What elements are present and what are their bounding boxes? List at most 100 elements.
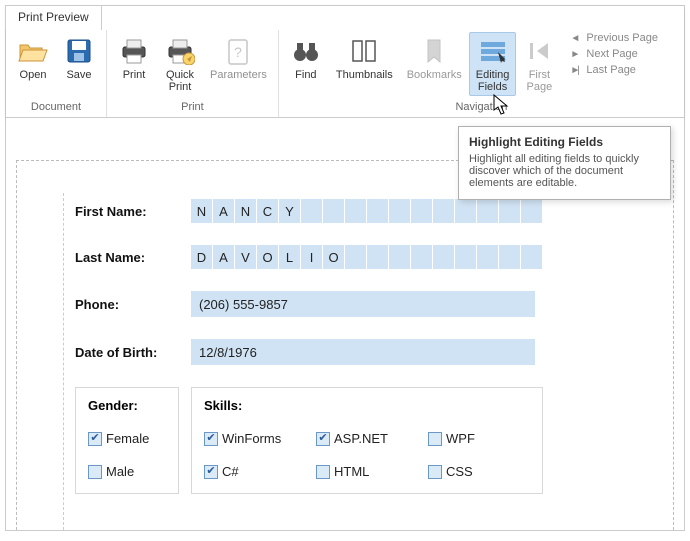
- checkbox-winforms[interactable]: ✔WinForms: [204, 431, 290, 446]
- checkbox-icon: ✔: [88, 432, 102, 446]
- right-arrow-icon: ►: [570, 49, 580, 60]
- group-document: Open Save Document: [6, 30, 107, 117]
- last-name-field[interactable]: DAVOLIO: [191, 245, 543, 269]
- char-cell: [433, 199, 455, 223]
- char-cell: N: [191, 199, 213, 223]
- char-cell: [455, 245, 477, 269]
- bookmark-icon: [418, 35, 450, 67]
- save-icon: [63, 35, 95, 67]
- last-page-icon: ►|: [570, 65, 580, 76]
- previous-page-link[interactable]: ◄Previous Page: [570, 32, 658, 44]
- char-cell: [367, 199, 389, 223]
- char-cell: [389, 199, 411, 223]
- page-nav-links: ◄Previous Page ►Next Page ►|Last Page: [562, 32, 666, 76]
- char-cell: [345, 245, 367, 269]
- group-label-document: Document: [10, 99, 102, 115]
- first-name-field[interactable]: NANCY: [191, 199, 543, 223]
- char-cell: C: [257, 199, 279, 223]
- checkbox-icon: [428, 432, 442, 446]
- checkbox-male[interactable]: Male: [88, 464, 174, 479]
- char-cell: [411, 199, 433, 223]
- char-cell: N: [235, 199, 257, 223]
- checkbox-html[interactable]: HTML: [316, 464, 402, 479]
- app-window: Print Preview Open Save Document: [5, 5, 685, 531]
- checkbox-icon: [316, 465, 330, 479]
- print-button[interactable]: Print: [111, 32, 157, 84]
- margin-guide: [63, 193, 64, 530]
- dob-field[interactable]: 12/8/1976: [191, 339, 535, 365]
- label-last-name: Last Name:: [75, 250, 191, 265]
- checkbox-icon: ✔: [316, 432, 330, 446]
- checkbox-icon: [428, 465, 442, 479]
- quick-print-button[interactable]: Quick Print: [157, 32, 203, 96]
- row-dob: Date of Birth: 12/8/1976: [75, 339, 633, 365]
- char-cell: [477, 245, 499, 269]
- editing-fields-icon: [477, 35, 509, 67]
- checkbox-icon: ✔: [204, 465, 218, 479]
- group-label-navigation: Navigation: [283, 99, 680, 115]
- checkbox-css[interactable]: CSS: [428, 464, 514, 479]
- first-page-icon: [523, 35, 555, 67]
- printer-icon: [118, 35, 150, 67]
- left-arrow-icon: ◄: [570, 33, 580, 44]
- row-phone: Phone: (206) 555-9857: [75, 291, 633, 317]
- parameters-button[interactable]: ? Parameters: [203, 32, 274, 84]
- quick-print-icon: [164, 35, 196, 67]
- char-cell: L: [279, 245, 301, 269]
- char-cell: [477, 199, 499, 223]
- parameters-icon: ?: [222, 35, 254, 67]
- tab-bar: Print Preview: [5, 5, 102, 30]
- row-first-name: First Name: NANCY: [75, 199, 633, 223]
- checkbox-female[interactable]: ✔ Female: [88, 431, 174, 446]
- binoculars-icon: [290, 35, 322, 67]
- char-cell: A: [213, 199, 235, 223]
- char-cell: [499, 245, 521, 269]
- tab-print-preview[interactable]: Print Preview: [5, 5, 102, 30]
- tooltip-editing-fields: Highlight Editing Fields Highlight all e…: [458, 126, 671, 200]
- checkbox-aspnet[interactable]: ✔ASP.NET: [316, 431, 402, 446]
- label-first-name: First Name:: [75, 204, 191, 219]
- char-cell: [455, 199, 477, 223]
- group-navigation: Find Thumbnails Bookmarks: [279, 30, 684, 117]
- checkbox-wpf[interactable]: WPF: [428, 431, 514, 446]
- tooltip-body: Highlight all editing fields to quickly …: [469, 153, 660, 189]
- char-cell: [433, 245, 455, 269]
- first-page-button[interactable]: First Page: [516, 32, 562, 96]
- char-cell: V: [235, 245, 257, 269]
- label-gender: Gender:: [88, 398, 166, 413]
- page: First Name: NANCY Last Name: DAVOLIO Pho…: [16, 160, 674, 530]
- checkbox-icon: ✔: [204, 432, 218, 446]
- char-cell: O: [323, 245, 345, 269]
- thumbnails-icon: [348, 35, 380, 67]
- char-cell: O: [257, 245, 279, 269]
- folder-open-icon: [17, 35, 49, 67]
- thumbnails-button[interactable]: Thumbnails: [329, 32, 400, 84]
- label-skills: Skills:: [204, 398, 530, 413]
- phone-field[interactable]: (206) 555-9857: [191, 291, 535, 317]
- char-cell: D: [191, 245, 213, 269]
- char-cell: I: [301, 245, 323, 269]
- svg-text:?: ?: [235, 44, 243, 60]
- checkbox-icon: [88, 465, 102, 479]
- bookmarks-button[interactable]: Bookmarks: [400, 32, 469, 84]
- save-button[interactable]: Save: [56, 32, 102, 84]
- last-page-link[interactable]: ►|Last Page: [570, 64, 658, 76]
- panel-skills: Skills: ✔WinForms ✔ASP.NET WPF ✔C# HTML …: [191, 387, 543, 494]
- next-page-link[interactable]: ►Next Page: [570, 48, 658, 60]
- editing-fields-button[interactable]: Editing Fields: [469, 32, 517, 96]
- char-cell: [499, 199, 521, 223]
- open-button[interactable]: Open: [10, 32, 56, 84]
- checkbox-csharp[interactable]: ✔C#: [204, 464, 290, 479]
- ribbon: Open Save Document Print: [6, 6, 684, 118]
- char-cell: [345, 199, 367, 223]
- group-print: Print Quick Print ? Parameters Print: [107, 30, 279, 117]
- group-label-print: Print: [111, 99, 274, 115]
- find-button[interactable]: Find: [283, 32, 329, 84]
- label-dob: Date of Birth:: [75, 345, 191, 360]
- row-last-name: Last Name: DAVOLIO: [75, 245, 633, 269]
- label-phone: Phone:: [75, 297, 191, 312]
- char-cell: [367, 245, 389, 269]
- char-cell: Y: [279, 199, 301, 223]
- char-cell: [521, 199, 543, 223]
- char-cell: [389, 245, 411, 269]
